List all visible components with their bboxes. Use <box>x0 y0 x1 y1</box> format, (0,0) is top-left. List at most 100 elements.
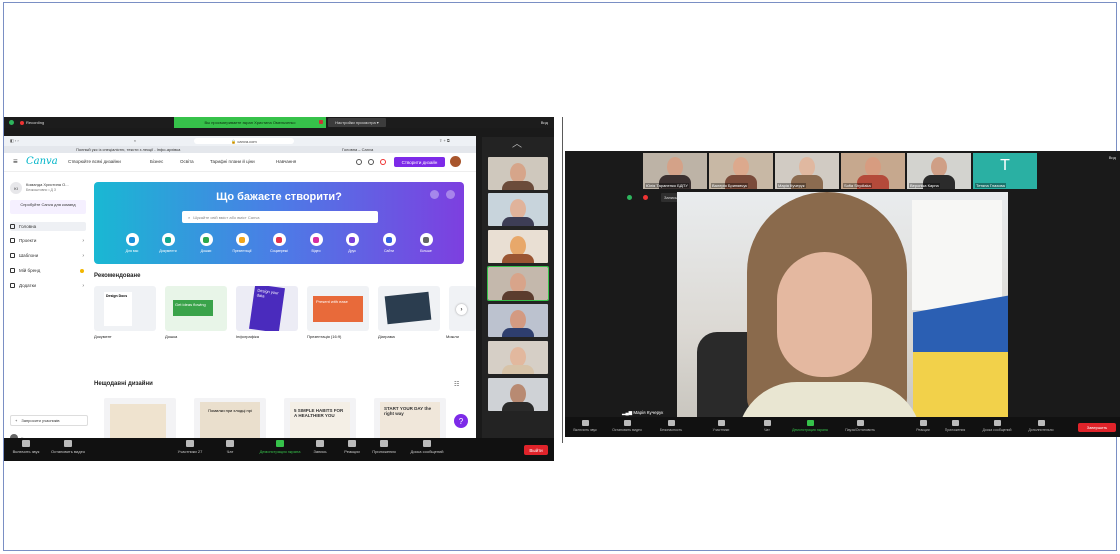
tab-canva-home[interactable]: Головна – Canva <box>342 147 373 152</box>
participant-thumb[interactable] <box>488 378 548 411</box>
view-button[interactable]: Вид <box>541 120 548 125</box>
rec-card-infographic[interactable]: Design your data <box>236 286 298 331</box>
reactions-button[interactable]: Реакции <box>905 420 941 432</box>
nav-pricing[interactable]: Тарифні плани й ціни <box>210 159 255 164</box>
participant-tile-2[interactable]: Валерія Бринявчук <box>709 153 773 189</box>
apps-button[interactable]: Приложения <box>362 440 406 454</box>
rec-card-chart[interactable] <box>378 286 440 331</box>
participant-thumb[interactable] <box>488 193 548 226</box>
nav-create[interactable]: Створюйте всякі дизайни <box>68 159 121 164</box>
help-fab-button[interactable]: ? <box>454 414 468 428</box>
whiteboard-button[interactable]: Доска сообщений <box>979 420 1015 432</box>
stop-video-button[interactable]: Остановить видео <box>46 440 90 454</box>
tab-infoarchive[interactable]: Полный укс із спеціалістю, тексти з лекц… <box>76 147 180 152</box>
chat-button[interactable]: Чат <box>208 440 252 454</box>
sidebar-item-brand[interactable]: Мій бренд <box>10 268 86 273</box>
participant-tile-3[interactable]: Марія Кучерук <box>775 153 839 189</box>
apps-button[interactable]: Приложения <box>937 420 973 432</box>
microphone-icon <box>22 440 30 447</box>
body-image <box>502 217 534 226</box>
share-screen-button[interactable]: Демонстрация экрана <box>787 420 833 432</box>
security-shield-icon[interactable] <box>9 120 14 125</box>
try-teams-button[interactable]: Спробуйте Canva для команд <box>10 200 86 214</box>
user-avatar[interactable] <box>450 156 461 167</box>
sidebar-item-projects[interactable]: Проекти › <box>10 238 86 244</box>
monitor-icon[interactable] <box>356 159 362 165</box>
category-video[interactable]: Відео <box>302 233 330 253</box>
folder-icon <box>10 238 15 243</box>
invite-members-button[interactable]: + Запросити учасників <box>10 415 88 426</box>
participant-thumb[interactable] <box>488 341 548 374</box>
stop-icon[interactable] <box>319 120 323 124</box>
sidebar-item-home[interactable]: Головна <box>10 222 86 231</box>
body-image <box>502 328 534 337</box>
nav-arrows-icon[interactable]: ◧ ‹ › <box>10 138 19 143</box>
hero-search-input[interactable]: ⌕ Шукайте свій вміст або вміст Canva <box>182 211 378 223</box>
more-button[interactable]: Дополнительно <box>1023 420 1059 432</box>
rec-card-whiteboard[interactable]: Get ideas flowing <box>165 286 227 331</box>
pause-stop-recording-button[interactable]: Пауза/Остановить <box>837 420 883 432</box>
rec-label-chart: Діаграма <box>378 334 395 339</box>
participant-name: Вероніка Карпа <box>909 183 940 188</box>
menu-icon[interactable]: ≡ <box>13 157 18 166</box>
share-screen-icon <box>276 440 284 447</box>
grid-view-icon[interactable]: ☷ <box>454 381 459 388</box>
rec-card-doc[interactable]: Design Docs <box>94 286 156 331</box>
chat-button[interactable]: Чат <box>749 420 785 432</box>
participants-button[interactable]: Участники 27 <box>168 440 212 454</box>
category-docs[interactable]: Документи <box>154 233 182 253</box>
category-label: Документи <box>159 249 177 253</box>
participant-tile-4[interactable]: Sofia Shydlaka <box>841 153 905 189</box>
team-name[interactable]: Команда Христина О... <box>26 182 69 187</box>
settings-icon[interactable] <box>368 159 374 165</box>
security-shield-icon[interactable] <box>627 195 632 200</box>
wall-poster-image <box>912 200 1002 310</box>
nav-business[interactable]: Бізнес <box>150 159 163 164</box>
category-for-you[interactable]: Для вас <box>118 233 146 253</box>
stop-video-button[interactable]: Остановить видео <box>609 420 645 432</box>
nav-education[interactable]: Освіта <box>180 159 194 164</box>
canva-logo[interactable]: Canva <box>26 156 58 167</box>
toolbar-label: Дополнительно <box>1028 428 1054 432</box>
leave-button[interactable]: Выйти <box>524 445 548 455</box>
participant-thumb[interactable] <box>488 230 548 263</box>
category-presentations[interactable]: Презентації <box>228 233 256 253</box>
participant-thumb[interactable] <box>488 157 548 190</box>
security-button[interactable]: Безопасность <box>653 420 689 432</box>
participant-tile-6[interactable]: T Тетяна Глахова <box>973 153 1037 189</box>
upload-icon[interactable] <box>446 190 455 199</box>
sidebar-item-templates[interactable]: Шаблони › <box>10 253 86 259</box>
sidebar-item-apps[interactable]: Додатки › <box>10 283 86 289</box>
custom-size-icon[interactable] <box>430 190 439 199</box>
category-whiteboards[interactable]: Дошки <box>192 233 220 253</box>
rec-card-presentation[interactable]: Present with ease <box>307 286 369 331</box>
create-design-button[interactable]: Створити дизайн <box>394 157 445 167</box>
team-avatar[interactable]: КІ <box>10 182 22 194</box>
participant-thumb[interactable] <box>487 266 549 301</box>
participant-tile-1[interactable]: Юлія Тараненко БДПУ <box>643 153 707 189</box>
category-more[interactable]: Більше <box>412 233 440 253</box>
address-bar[interactable]: 🔒 canva.com <box>194 138 294 144</box>
sidebar-toggle-icon[interactable]: ◐ <box>134 138 136 143</box>
unmute-button[interactable]: Включить звук <box>4 440 48 454</box>
url-text: canva.com <box>237 138 257 144</box>
whiteboard-button[interactable]: Доска сообщений <box>402 440 452 454</box>
scroll-up-icon[interactable]: ︿ <box>512 135 522 150</box>
participants-button[interactable]: Участники <box>703 420 739 432</box>
carousel-next-button[interactable]: › <box>456 304 467 315</box>
participant-thumb[interactable] <box>488 304 548 337</box>
notification-bell-icon[interactable] <box>380 159 386 165</box>
face-image <box>510 199 526 219</box>
unmute-button[interactable]: Включить звук <box>567 420 603 432</box>
view-options-button[interactable]: Настройки просмотра ▾ <box>328 118 386 127</box>
end-meeting-button[interactable]: Завершить <box>1078 423 1116 432</box>
hero-title: Що бажаєте створити? <box>216 191 342 203</box>
share-add-icons[interactable]: ⇪ + ⧉ <box>439 138 450 143</box>
face-image <box>510 163 526 183</box>
view-button[interactable]: Вид <box>1109 155 1116 160</box>
participant-tile-5[interactable]: Вероніка Карпа <box>907 153 971 189</box>
category-websites[interactable]: Сайти <box>375 233 403 253</box>
category-print[interactable]: Друк <box>338 233 366 253</box>
nav-learn[interactable]: Навчання <box>276 159 296 164</box>
category-social[interactable]: Соцмережі <box>265 233 293 253</box>
